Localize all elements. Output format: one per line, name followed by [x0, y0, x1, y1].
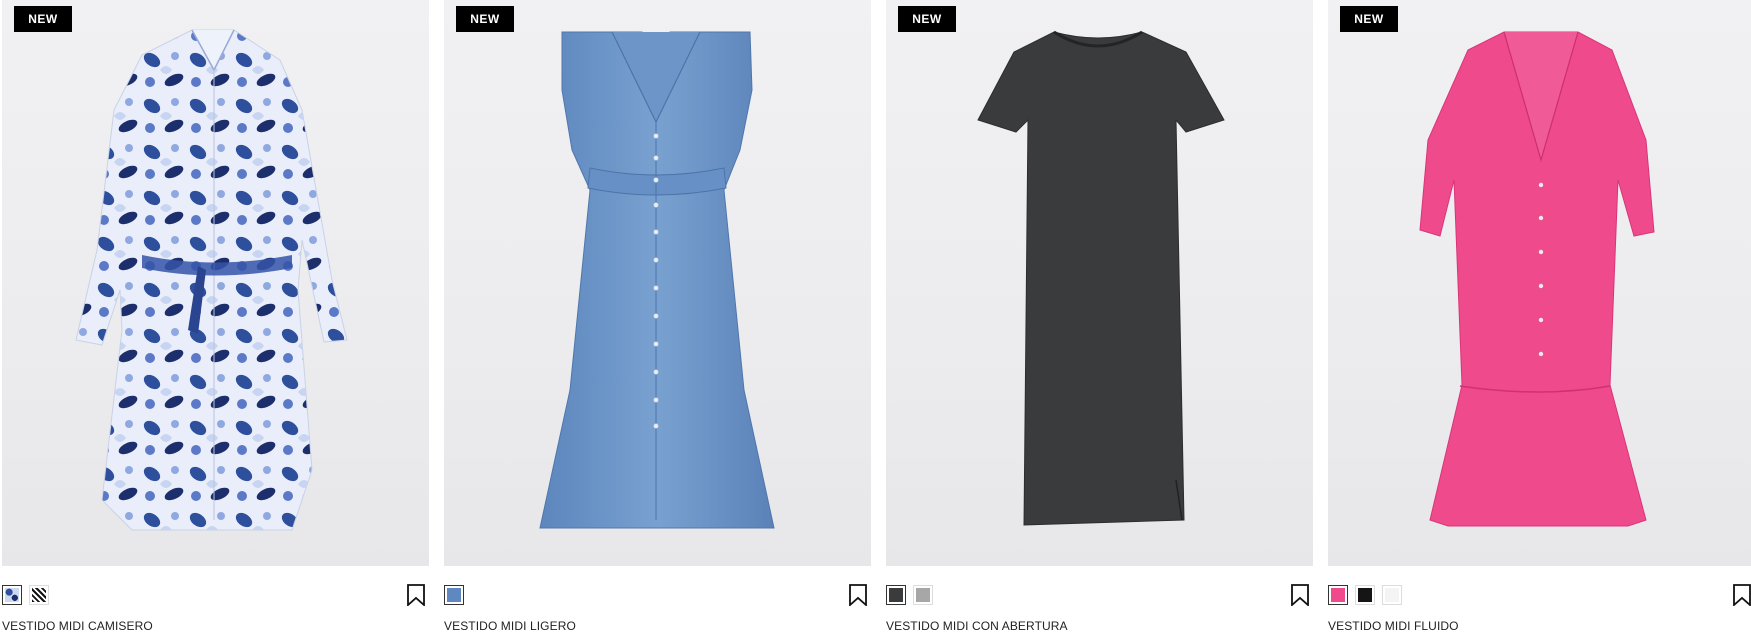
swatch-fill: [1331, 588, 1345, 602]
product-card: NEW VESTIDO MIDI LIGERO: [444, 0, 871, 635]
swatch-fill: [889, 588, 903, 602]
product-card: NEW VESTIDO MIDI CAMISERO: [2, 0, 429, 635]
color-swatch-charcoal[interactable]: [886, 585, 906, 605]
new-badge: NEW: [898, 6, 956, 32]
new-badge: NEW: [1340, 6, 1398, 32]
product-card: NEW VESTIDO MIDI FLUIDO: [1328, 0, 1751, 635]
product-card: NEW VESTIDO MIDI CON ABERTURA: [886, 0, 1313, 635]
product-image[interactable]: NEW: [1328, 0, 1751, 566]
swatch-fill: [1358, 588, 1372, 602]
color-swatch-denim[interactable]: [444, 585, 464, 605]
color-swatch-paisley[interactable]: [2, 585, 22, 605]
color-swatch-black[interactable]: [1355, 585, 1375, 605]
new-badge: NEW: [14, 6, 72, 32]
swatch-fill: [1385, 588, 1399, 602]
product-name[interactable]: VESTIDO MIDI CAMISERO: [2, 619, 153, 633]
product-image[interactable]: NEW: [2, 0, 429, 566]
swatch-fill: [32, 588, 46, 602]
color-swatches: [886, 585, 933, 605]
color-swatches: [1328, 585, 1402, 605]
product-name[interactable]: VESTIDO MIDI LIGERO: [444, 619, 576, 633]
swatch-fill: [916, 588, 930, 602]
bookmark-icon[interactable]: [847, 584, 869, 606]
product-grid: NEW VESTIDO MIDI CAMISERO NEW VESTIDO MI…: [2, 0, 1751, 635]
swatch-fill: [5, 588, 19, 602]
product-name[interactable]: VESTIDO MIDI CON ABERTURA: [886, 619, 1068, 633]
dress-image-paisley: [75, 29, 348, 531]
color-swatch-pink[interactable]: [1328, 585, 1348, 605]
bookmark-icon[interactable]: [1731, 584, 1751, 606]
product-image[interactable]: NEW: [444, 0, 871, 566]
color-swatch-stripes[interactable]: [29, 585, 49, 605]
dress-image-gray: [977, 30, 1225, 526]
swatch-fill: [447, 588, 461, 602]
new-badge: NEW: [456, 6, 514, 32]
dress-image-pink: [1419, 31, 1655, 527]
color-swatches: [2, 585, 49, 605]
color-swatches: [444, 585, 464, 605]
product-image[interactable]: NEW: [886, 0, 1313, 566]
product-name[interactable]: VESTIDO MIDI FLUIDO: [1328, 619, 1459, 633]
dress-image-denim: [539, 31, 775, 529]
color-swatch-white[interactable]: [1382, 585, 1402, 605]
color-swatch-gray[interactable]: [913, 585, 933, 605]
bookmark-icon[interactable]: [405, 584, 427, 606]
bookmark-icon[interactable]: [1289, 584, 1311, 606]
